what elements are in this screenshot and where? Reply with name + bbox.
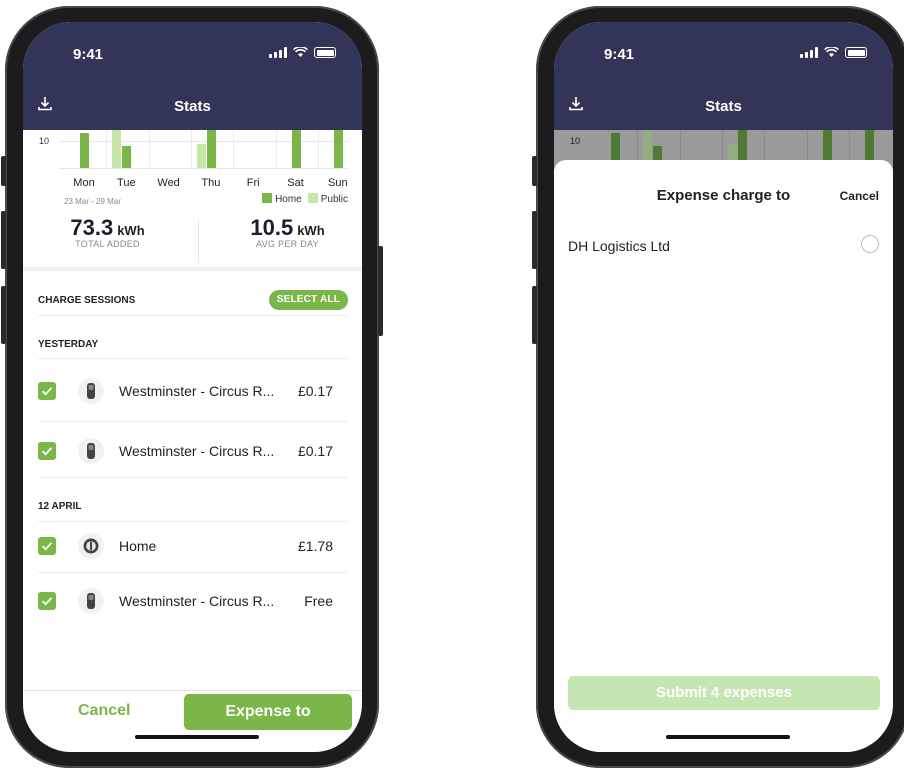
divider — [38, 421, 348, 422]
battery-icon — [314, 47, 336, 58]
public-charger-icon — [78, 588, 104, 614]
session-location: Home — [119, 538, 157, 554]
session-row[interactable]: Westminster - Circus R... Free — [23, 581, 362, 621]
phone-frame-right: 9:41 Stats 10 Expense charge to Cancel D… — [532, 6, 904, 768]
divider — [38, 358, 348, 359]
grid-line — [233, 130, 235, 168]
grid-line — [317, 130, 319, 168]
session-row[interactable]: Westminster - Circus R... £0.17 — [23, 371, 362, 411]
weekly-energy-chart: 10 23 Mar - 29 Mar Home Public Mon Tue Wed… — [23, 130, 362, 215]
home-indicator — [135, 735, 259, 739]
grid-line — [275, 130, 277, 168]
checkbox-checked-icon[interactable] — [38, 537, 56, 555]
day-label-wed: Wed — [157, 177, 180, 189]
grid-line — [59, 168, 348, 169]
public-charger-icon — [78, 378, 104, 404]
expense-to-button[interactable]: Expense to — [184, 694, 352, 730]
bar-home-sat — [291, 130, 301, 168]
day-label-fri: Fri — [246, 177, 260, 189]
grid-line — [59, 141, 348, 142]
divider — [38, 521, 348, 522]
submit-expenses-button[interactable]: Submit 4 expenses — [568, 676, 880, 710]
day-label-thu: Thu — [201, 177, 221, 189]
day-label-sun: Sun — [328, 177, 348, 189]
bar-home-thu — [206, 130, 216, 168]
bar-home-sun — [333, 130, 343, 168]
total-added-unit: kWh — [117, 223, 145, 238]
session-row[interactable]: Westminster - Circus R... £0.17 — [23, 431, 362, 471]
checkbox-checked-icon[interactable] — [38, 382, 56, 400]
battery-icon — [845, 47, 867, 58]
stats-summary: 73.3 kWh TOTAL ADDED 10.5 kWh AVG PER DAY — [23, 215, 362, 267]
avg-per-day-stat: 10.5 kWh AVG PER DAY — [203, 215, 362, 249]
grid-line — [148, 130, 150, 168]
company-option-label[interactable]: DH Logistics Ltd — [568, 238, 670, 254]
session-price: £0.17 — [297, 383, 333, 399]
wifi-icon — [824, 47, 839, 57]
avg-per-day-value: 10.5 — [250, 215, 294, 240]
legend-home: Home — [262, 193, 302, 205]
total-added-stat: 73.3 kWh TOTAL ADDED — [23, 215, 192, 249]
total-added-label: TOTAL ADDED — [75, 239, 140, 249]
session-location: Westminster - Circus R... — [119, 383, 275, 399]
bar-public-thu — [196, 143, 206, 168]
status-icons — [800, 47, 867, 58]
avg-per-day-unit: kWh — [297, 223, 325, 238]
checkbox-checked-icon[interactable] — [38, 592, 56, 610]
session-row[interactable]: Home £1.78 — [23, 526, 362, 566]
session-location: Westminster - Circus R... — [119, 443, 275, 459]
group-label-12-april: 12 APRIL — [38, 501, 82, 512]
public-charger-icon — [78, 438, 104, 464]
phone-frame-left: 9:41 Stats 10 23 Mar - 29 Mar Home Publi… — [1, 6, 383, 768]
legend-public: Public — [307, 193, 348, 205]
wifi-icon — [293, 47, 308, 57]
footer-divider — [23, 690, 362, 691]
status-time: 9:41 — [604, 46, 635, 63]
divider — [38, 572, 348, 573]
app-header: 9:41 Stats — [554, 22, 893, 130]
status-icons — [269, 47, 336, 58]
divider — [38, 477, 348, 478]
group-label-yesterday: YESTERDAY — [38, 339, 99, 350]
stats-screen: 9:41 Stats 10 23 Mar - 29 Mar Home Publi… — [23, 22, 362, 752]
home-charger-icon — [78, 533, 104, 559]
day-label-tue: Tue — [117, 177, 136, 189]
day-label-sat: Sat — [287, 177, 304, 189]
divider — [38, 315, 348, 316]
status-time: 9:41 — [73, 46, 104, 63]
divider — [198, 219, 199, 263]
cancel-button[interactable]: Cancel — [78, 702, 130, 720]
bar-public-tue — [112, 130, 122, 168]
session-price: £0.17 — [297, 443, 333, 459]
chart-legend: Home Public — [262, 193, 348, 205]
page-title: Stats — [174, 98, 211, 115]
session-location: Westminster - Circus R... — [119, 593, 275, 609]
checkbox-checked-icon[interactable] — [38, 442, 56, 460]
section-band — [23, 267, 362, 271]
bar-home-mon — [80, 132, 89, 168]
date-range: 23 Mar - 29 Mar — [64, 197, 121, 206]
grid-line — [106, 130, 108, 168]
expense-sheet-screen: 9:41 Stats 10 Expense charge to Cancel D… — [554, 22, 893, 752]
radio-unselected-icon[interactable] — [861, 235, 879, 253]
session-price: Free — [304, 593, 333, 609]
grid-line — [190, 130, 192, 168]
app-header: 9:41 Stats — [23, 22, 362, 130]
expense-bottom-sheet: Expense charge to Cancel DH Logistics Lt… — [554, 160, 893, 752]
day-label-mon: Mon — [73, 177, 95, 189]
bar-home-tue — [122, 146, 132, 168]
page-title: Stats — [705, 98, 742, 115]
signal-icon — [269, 47, 287, 58]
session-price: £1.78 — [297, 538, 333, 554]
home-indicator — [666, 735, 790, 739]
y-tick-label: 10 — [570, 136, 581, 146]
sheet-cancel-button[interactable]: Cancel — [840, 189, 879, 203]
avg-per-day-label: AVG PER DAY — [256, 239, 319, 249]
y-tick-label: 10 — [39, 136, 50, 146]
total-added-value: 73.3 — [70, 215, 114, 240]
select-all-button[interactable]: SELECT ALL — [268, 290, 348, 310]
signal-icon — [800, 47, 818, 58]
